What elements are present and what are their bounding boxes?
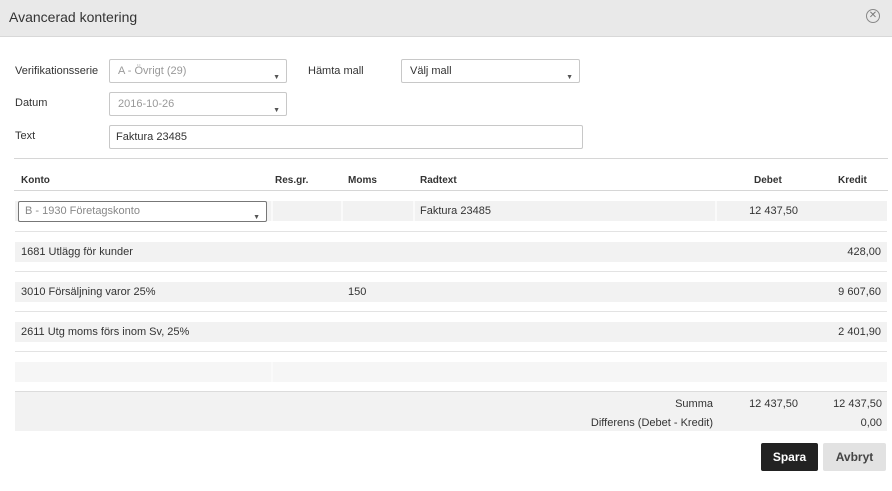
- row-konto[interactable]: 1681 Utlägg för kunder: [21, 246, 133, 258]
- date-value: 2016-10-26: [118, 98, 175, 110]
- col-header-konto: Konto: [21, 175, 50, 186]
- col-header-moms: Moms: [348, 175, 377, 186]
- dialog-title: Avancerad kontering: [9, 9, 138, 25]
- chevron-down-icon: ▼: [566, 74, 573, 81]
- row-kredit[interactable]: 2 401,90: [799, 326, 881, 338]
- row-kredit[interactable]: 428,00: [799, 246, 881, 258]
- save-button[interactable]: Spara: [761, 443, 818, 471]
- dialog-titlebar: Avancerad kontering ✕: [0, 0, 892, 37]
- header-divider: [14, 190, 888, 191]
- table-row[interactable]: 2611 Utg moms förs inom Sv, 25% 2 401,90: [15, 322, 887, 342]
- col-header-debet: Debet: [754, 175, 782, 186]
- date-label: Datum: [15, 97, 48, 109]
- diff-label: Differens (Debet - Kredit): [590, 417, 713, 429]
- series-value: A - Övrigt (29): [118, 65, 187, 77]
- empty-row[interactable]: [15, 362, 887, 382]
- row-moms[interactable]: 150: [348, 286, 366, 298]
- chevron-down-icon: ▼: [273, 107, 280, 114]
- row-kredit[interactable]: 9 607,60: [799, 286, 881, 298]
- series-label: Verifikationsserie: [15, 65, 99, 77]
- sum-debet: 12 437,50: [749, 398, 798, 410]
- sum-label: Summa: [675, 398, 713, 410]
- sum-kredit: 12 437,50: [833, 398, 882, 410]
- konto-select[interactable]: B - 1930 Företagskonto ▼: [18, 201, 267, 222]
- row-konto[interactable]: 2611 Utg moms förs inom Sv, 25%: [21, 326, 189, 338]
- date-select[interactable]: 2016-10-26 ▼: [109, 92, 287, 116]
- chevron-down-icon: ▼: [273, 74, 280, 81]
- divider: [14, 158, 888, 159]
- table-row[interactable]: 3010 Försäljning varor 25% 150 9 607,60: [15, 282, 887, 302]
- summary-panel: Summa 12 437,50 12 437,50 Differens (Deb…: [15, 391, 887, 431]
- row-debet[interactable]: 12 437,50: [715, 205, 798, 217]
- konto-select-value: B - 1930 Företagskonto: [25, 205, 140, 217]
- chevron-down-icon: ▼: [253, 214, 260, 221]
- cancel-button[interactable]: Avbryt: [823, 443, 886, 471]
- template-label: Hämta mall: [308, 65, 364, 77]
- text-input[interactable]: [109, 125, 583, 149]
- template-select[interactable]: Välj mall ▼: [401, 59, 580, 83]
- series-select[interactable]: A - Övrigt (29) ▼: [109, 59, 287, 83]
- row-radtext[interactable]: Faktura 23485: [420, 205, 491, 217]
- col-header-resgr: Res.gr.: [275, 175, 309, 186]
- col-header-radtext: Radtext: [420, 175, 457, 186]
- diff-value: 0,00: [860, 417, 882, 429]
- text-label: Text: [15, 130, 36, 142]
- row-konto[interactable]: 3010 Försäljning varor 25%: [21, 286, 156, 298]
- col-header-kredit: Kredit: [838, 175, 867, 186]
- close-icon[interactable]: ✕: [866, 9, 880, 23]
- template-value: Välj mall: [410, 65, 452, 77]
- table-row[interactable]: 1681 Utlägg för kunder 428,00: [15, 242, 887, 262]
